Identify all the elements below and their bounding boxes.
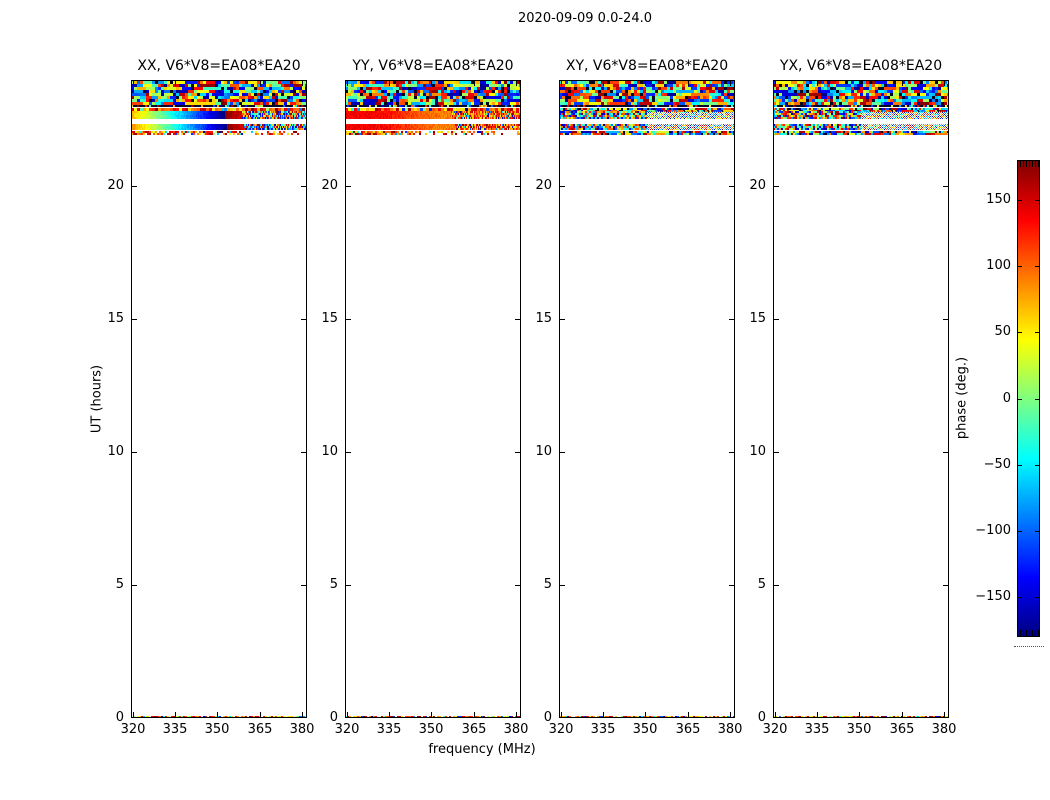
panel-title-xx: XX, V6*V8=EA08*EA20 bbox=[137, 58, 301, 74]
y-tick-label: 15 bbox=[749, 311, 766, 326]
x-tick-label: 350 bbox=[204, 722, 230, 737]
x-tick-label: 335 bbox=[590, 722, 616, 737]
y-tick-label: 20 bbox=[535, 178, 552, 193]
colorbar-label: phase (deg.) bbox=[954, 356, 970, 440]
y-tick-label: 10 bbox=[749, 444, 766, 459]
y-tick-label: 20 bbox=[107, 178, 124, 193]
colorbar-tick-label: 50 bbox=[994, 324, 1011, 339]
x-tick-label: 365 bbox=[247, 722, 273, 737]
y-axis-label: UT (hours) bbox=[89, 364, 105, 434]
colorbar-tick-label: 0 bbox=[1002, 391, 1011, 406]
colorbar-tick-label: −150 bbox=[975, 589, 1011, 604]
colorbar-tick-label: 100 bbox=[986, 258, 1011, 273]
x-tick-label: 365 bbox=[461, 722, 487, 737]
figure-container: 2020-09-09 0.0-24.0 XX, V6*V8=EA08*EA20 … bbox=[0, 0, 1050, 800]
x-tick-label: 335 bbox=[162, 722, 188, 737]
colorbar bbox=[1017, 160, 1040, 637]
x-tick-label: 350 bbox=[418, 722, 444, 737]
colorbar-tick-label: −50 bbox=[983, 457, 1011, 472]
x-tick-label: 320 bbox=[334, 722, 360, 737]
x-tick-label: 350 bbox=[846, 722, 872, 737]
y-tick-label: 10 bbox=[107, 444, 124, 459]
x-tick-label: 365 bbox=[675, 722, 701, 737]
panel-title-xy: XY, V6*V8=EA08*EA20 bbox=[565, 58, 729, 74]
colorbar-tick-label: −100 bbox=[975, 523, 1011, 538]
x-tick-label: 335 bbox=[804, 722, 830, 737]
panel-xx: XX, V6*V8=EA08*EA20 bbox=[131, 58, 307, 718]
heatmap-canvas-yx bbox=[773, 80, 949, 718]
y-tick-label: 15 bbox=[107, 311, 124, 326]
panel-xy: XY, V6*V8=EA08*EA20 bbox=[559, 58, 735, 718]
y-tick-label: 5 bbox=[115, 577, 124, 592]
heatmap-canvas-xx bbox=[131, 80, 307, 718]
figure-title: 2020-09-09 0.0-24.0 bbox=[518, 11, 652, 26]
x-axis-label: frequency (MHz) bbox=[428, 742, 536, 757]
y-tick-label: 10 bbox=[321, 444, 338, 459]
x-tick-label: 320 bbox=[548, 722, 574, 737]
x-tick-label: 365 bbox=[889, 722, 915, 737]
colorbar-extend-dots bbox=[1014, 646, 1044, 647]
x-tick-label: 320 bbox=[120, 722, 146, 737]
colorbar-tick-label: 150 bbox=[986, 192, 1011, 207]
panel-yx: YX, V6*V8=EA08*EA20 bbox=[773, 58, 949, 718]
y-tick-label: 20 bbox=[321, 178, 338, 193]
y-tick-label: 20 bbox=[749, 178, 766, 193]
x-tick-label: 380 bbox=[931, 722, 957, 737]
heatmap-canvas-yy bbox=[345, 80, 521, 718]
panel-title-yy: YY, V6*V8=EA08*EA20 bbox=[352, 58, 514, 74]
x-tick-label: 350 bbox=[632, 722, 658, 737]
y-tick-label: 15 bbox=[321, 311, 338, 326]
panel-yy: YY, V6*V8=EA08*EA20 bbox=[345, 58, 521, 718]
y-tick-label: 15 bbox=[535, 311, 552, 326]
y-tick-label: 5 bbox=[757, 577, 766, 592]
y-tick-label: 5 bbox=[329, 577, 338, 592]
panel-title-yx: YX, V6*V8=EA08*EA20 bbox=[779, 58, 943, 74]
heatmap-canvas-xy bbox=[559, 80, 735, 718]
y-tick-label: 5 bbox=[543, 577, 552, 592]
x-tick-label: 335 bbox=[376, 722, 402, 737]
y-tick-label: 10 bbox=[535, 444, 552, 459]
x-tick-label: 320 bbox=[762, 722, 788, 737]
